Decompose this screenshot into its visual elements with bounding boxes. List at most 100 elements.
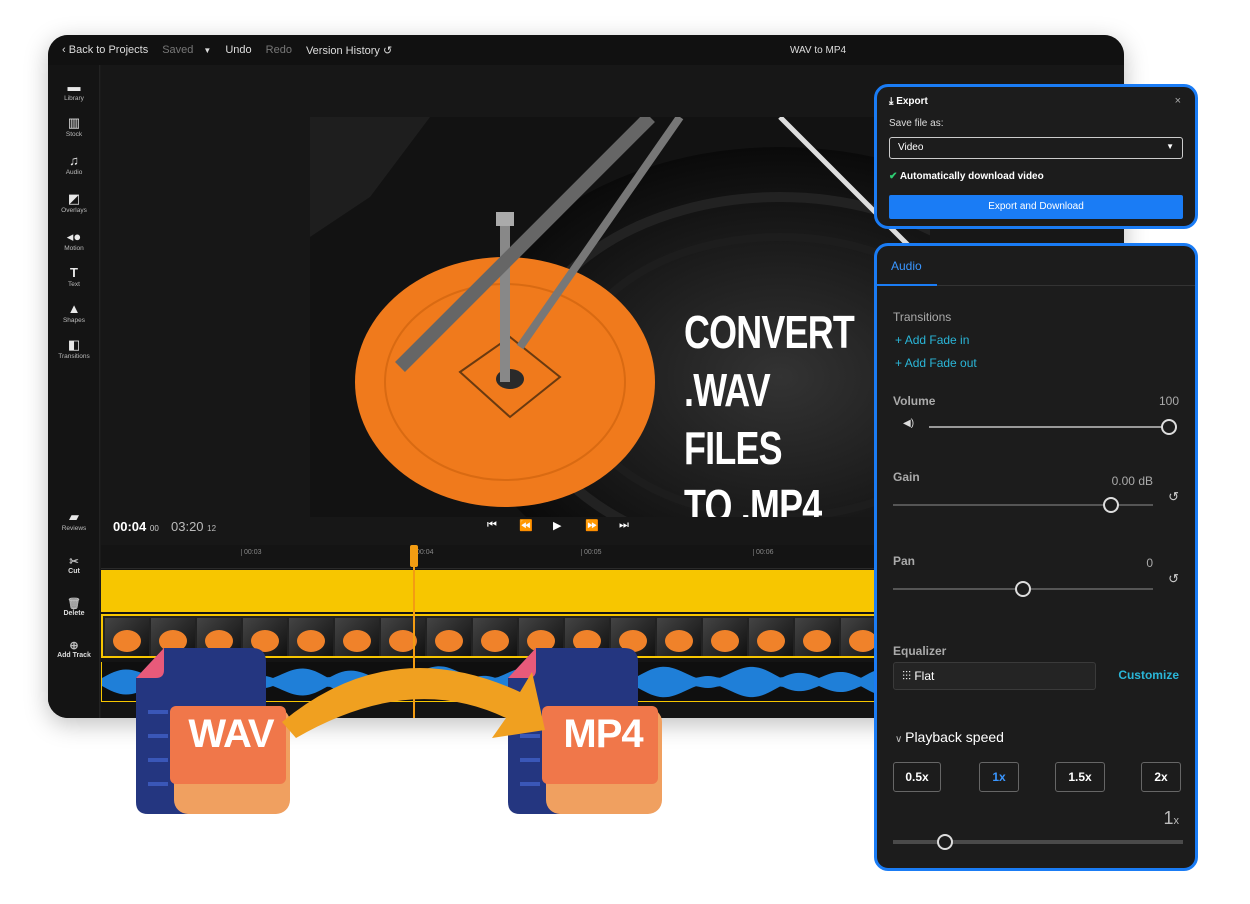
speaker-icon: ◀) (903, 418, 915, 429)
skip-to-start-icon[interactable]: ⏮ (487, 519, 497, 532)
project-title: WAV to MP4 (789, 44, 847, 56)
transitions-icon: ◧ (67, 337, 81, 352)
close-icon[interactable]: × (1175, 95, 1181, 107)
record-thumbnail (297, 630, 325, 652)
sidebar-item-library[interactable]: ▬ Library (48, 79, 100, 102)
speed-option-2x[interactable]: 2x (1141, 762, 1181, 792)
export-title: ⤓ Export (889, 96, 928, 107)
shapes-icon: ▲ (67, 301, 81, 316)
delete-tool[interactable]: 🗑 Delete (48, 597, 100, 617)
reset-pan-icon[interactable]: ↺ (1168, 571, 1179, 587)
record-thumbnail (665, 630, 693, 652)
total-duration: 03:20 12 (171, 519, 217, 534)
pan-slider[interactable] (893, 581, 1153, 597)
folder-icon: ▬ (67, 79, 81, 94)
sidebar-item-text[interactable]: T Text (48, 265, 100, 288)
audio-settings-panel: Audio Transitions + Add Fade in + Add Fa… (874, 243, 1198, 871)
sidebar-item-audio[interactable]: ♫ Audio (48, 153, 100, 176)
filmstrip-frame (703, 618, 747, 656)
playhead-handle[interactable] (410, 545, 418, 567)
sidebar-item-stock[interactable]: ▥ Stock (48, 115, 100, 138)
save-as-label: Save file as: (889, 118, 944, 129)
record-thumbnail (343, 630, 371, 652)
file-format-select[interactable]: Video ▼ (889, 137, 1183, 159)
playback-speed-slider[interactable] (893, 834, 1183, 850)
filmstrip-frame (795, 618, 839, 656)
add-track-tool[interactable]: ⊕ Add Track (48, 639, 100, 659)
download-icon: ⤓ (889, 96, 894, 107)
video-preview[interactable]: CONVERT .WAV FILES TO .MP4 (310, 117, 930, 517)
history-icon: ↺ (382, 44, 393, 57)
rewind-icon[interactable]: ⏪ (519, 519, 533, 532)
record-thumbnail (803, 630, 831, 652)
skip-to-end-icon[interactable]: ⏭ (619, 519, 629, 532)
pan-value: 0 (1146, 556, 1153, 570)
timeline-tools: ✂ Cut 🗑 Delete ⊕ Add Track (48, 545, 100, 718)
gain-slider[interactable] (893, 497, 1153, 513)
add-track-icon: ⊕ (69, 640, 79, 652)
saved-dropdown-icon[interactable]: ▼ (203, 46, 211, 55)
ruler-tick: 00:03 (241, 549, 262, 556)
filmstrip-frame (427, 618, 471, 656)
volume-slider[interactable] (929, 419, 1177, 435)
auto-download-toggle[interactable]: ✔ Automatically download video (889, 171, 1044, 182)
filmstrip-frame (289, 618, 333, 656)
redo-button[interactable]: Redo (266, 44, 292, 56)
record-thumbnail (757, 630, 785, 652)
tab-audio[interactable]: Audio (877, 246, 937, 286)
filmstrip-frame (749, 618, 793, 656)
volume-slider-thumb[interactable] (1161, 419, 1177, 435)
sidebar-item-overlays[interactable]: ◩ Overlays (48, 191, 100, 214)
filmstrip-frame (335, 618, 379, 656)
add-fade-out-link[interactable]: + Add Fade out (895, 356, 977, 370)
record-thumbnail (711, 630, 739, 652)
scissors-icon: ✂ (69, 556, 79, 568)
caret-down-icon: ▼ (1166, 142, 1174, 151)
equalizer-select[interactable]: ⫶⫶⫶ Flat (893, 662, 1096, 690)
sidebar-item-motion[interactable]: ◂● Motion (48, 229, 100, 252)
overlay-icon: ◩ (67, 191, 81, 206)
customize-equalizer-link[interactable]: Customize (1118, 668, 1179, 682)
comments-icon: ▰ (69, 509, 79, 524)
filmstrip-frame (381, 618, 425, 656)
pan-slider-thumb[interactable] (1015, 581, 1031, 597)
record-thumbnail (435, 630, 463, 652)
gain-label: Gain (893, 470, 920, 484)
version-history-button[interactable]: Version History ↺ (306, 44, 392, 57)
sidebar-item-reviews[interactable]: ▰ Reviews (48, 509, 100, 532)
stage: ‹ Back to Projects Saved ▼ Undo Redo Ver… (0, 0, 1250, 904)
plus-icon: + (895, 333, 905, 347)
speed-option-1-5x[interactable]: 1.5x (1055, 762, 1105, 792)
back-to-projects-link[interactable]: ‹ Back to Projects (62, 44, 148, 56)
gain-slider-thumb[interactable] (1103, 497, 1120, 513)
reset-gain-icon[interactable]: ↺ (1168, 489, 1179, 505)
speed-option-0-5x[interactable]: 0.5x (893, 762, 941, 792)
fast-forward-icon[interactable]: ⏩ (585, 519, 599, 532)
cut-tool[interactable]: ✂ Cut (48, 555, 100, 575)
add-fade-in-link[interactable]: + Add Fade in (895, 333, 969, 347)
speed-slider-thumb[interactable] (937, 834, 954, 850)
undo-button[interactable]: Undo (225, 44, 251, 56)
playback-speed-toggle[interactable]: ∨ Playback speed (895, 729, 1004, 745)
music-note-icon: ♫ (69, 153, 79, 168)
sidebar-item-shapes[interactable]: ▲ Shapes (48, 301, 100, 324)
transitions-label: Transitions (893, 310, 952, 324)
record-thumbnail (849, 630, 877, 652)
stock-icon: ▥ (67, 115, 81, 130)
ruler-tick: 00:06 (753, 549, 774, 556)
export-and-download-button[interactable]: Export and Download (889, 195, 1183, 219)
volume-value: 100 (1158, 394, 1179, 408)
speed-readout: 1x (1163, 808, 1179, 828)
check-circle-icon: ✔ (889, 171, 898, 182)
current-timecode: 00:04 00 (113, 519, 159, 534)
equalizer-label: Equalizer (893, 644, 947, 658)
gain-value: 0.00 dB (1111, 474, 1153, 488)
conversion-arrow (282, 668, 545, 738)
ruler-tick: 00:05 (581, 549, 602, 556)
play-icon[interactable]: ▶ (553, 519, 561, 532)
sidebar-item-transitions[interactable]: ◧ Transitions (48, 337, 100, 360)
motion-icon: ◂● (66, 229, 82, 244)
export-panel: ⤓ Export × Save file as: Video ▼ ✔ Autom… (874, 84, 1198, 229)
speed-option-1x[interactable]: 1x (979, 762, 1019, 792)
volume-label: Volume (893, 394, 936, 408)
